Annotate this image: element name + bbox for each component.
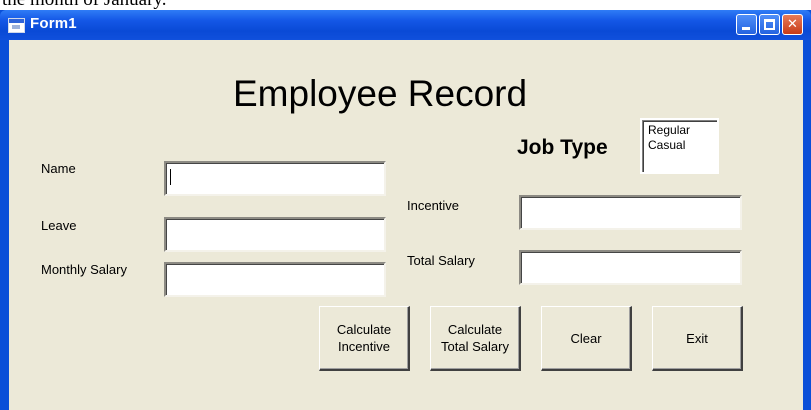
- title-bar[interactable]: Form1 ✕: [0, 10, 811, 40]
- form-client-area: Employee Record Job Type Regular Casual …: [9, 40, 803, 410]
- leave-field[interactable]: [164, 217, 386, 252]
- job-type-option-casual[interactable]: Casual: [648, 138, 717, 153]
- text-caret: [170, 169, 171, 185]
- close-button[interactable]: ✕: [782, 14, 803, 35]
- calculate-incentive-button[interactable]: Calculate Incentive: [319, 306, 410, 371]
- maximize-icon: [764, 19, 775, 30]
- total-salary-label: Total Salary: [407, 253, 475, 268]
- calculate-total-salary-button[interactable]: Calculate Total Salary: [430, 306, 521, 371]
- monthly-salary-field[interactable]: [164, 262, 386, 297]
- name-field[interactable]: [164, 161, 386, 196]
- close-icon: ✕: [787, 17, 798, 32]
- total-salary-field[interactable]: [519, 250, 742, 285]
- incentive-label: Incentive: [407, 198, 460, 213]
- job-type-option-regular[interactable]: Regular: [648, 123, 717, 138]
- minimize-button[interactable]: [736, 14, 757, 35]
- job-type-listbox[interactable]: Regular Casual: [640, 118, 719, 174]
- app-window-icon[interactable]: [8, 18, 25, 33]
- exit-button[interactable]: Exit: [652, 306, 743, 371]
- job-type-label: Job Type: [517, 136, 608, 159]
- minimize-icon: [742, 27, 750, 30]
- maximize-button[interactable]: [759, 14, 780, 35]
- page-title: Employee Record: [233, 73, 528, 114]
- form-window: Form1 ✕ Employee Record Job Type Regular…: [0, 10, 811, 410]
- incentive-field[interactable]: [519, 195, 742, 230]
- monthly-salary-label: Monthly Salary: [41, 262, 127, 277]
- clear-button[interactable]: Clear: [541, 306, 632, 371]
- leave-label: Leave: [41, 218, 77, 233]
- window-title: Form1: [30, 15, 77, 32]
- name-label: Name: [41, 161, 76, 176]
